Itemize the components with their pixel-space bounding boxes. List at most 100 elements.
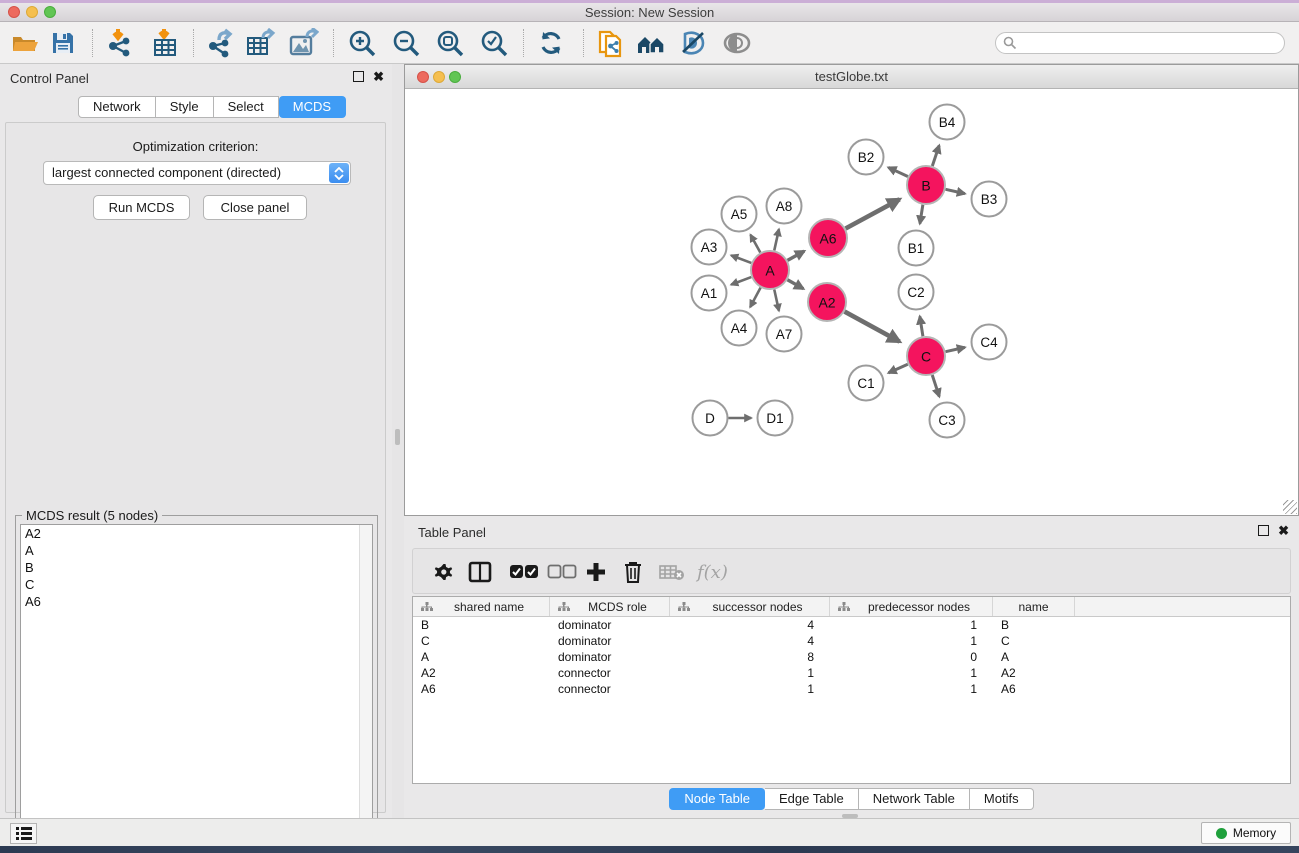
float-panel-icon[interactable]	[353, 71, 364, 82]
graph-edge-B-B1[interactable]	[920, 205, 923, 224]
float-panel-icon[interactable]	[1258, 525, 1269, 536]
add-column-icon[interactable]	[585, 557, 607, 587]
table-cell[interactable]: 8	[670, 650, 830, 664]
tab-motifs[interactable]: Motifs	[970, 788, 1034, 810]
graph-edge-A-A5[interactable]	[750, 235, 760, 253]
table-cell[interactable]: dominator	[550, 618, 670, 632]
table-row[interactable]: Bdominator41B	[413, 617, 1290, 633]
import-network-icon[interactable]	[104, 28, 134, 58]
table-cell[interactable]: C	[993, 634, 1075, 648]
table-cell[interactable]: A6	[993, 682, 1075, 696]
table-cell[interactable]: 4	[670, 634, 830, 648]
minimize-window-icon[interactable]	[26, 6, 38, 18]
graph-edge-A-A8[interactable]	[774, 229, 779, 250]
graph-edge-B-B2[interactable]	[888, 167, 907, 176]
close-window-icon[interactable]	[417, 71, 429, 83]
table-cell[interactable]: B	[413, 618, 550, 632]
task-history-button[interactable]	[10, 823, 37, 844]
zoom-window-icon[interactable]	[44, 6, 56, 18]
column-header-shared-name[interactable]: shared name	[413, 597, 550, 616]
column-header-predecessor-nodes[interactable]: predecessor nodes	[830, 597, 993, 616]
table-cell[interactable]: 1	[830, 682, 993, 696]
column-header-MCDS-role[interactable]: MCDS role	[550, 597, 670, 616]
table-cell[interactable]: dominator	[550, 634, 670, 648]
table-cell[interactable]: 1	[670, 666, 830, 680]
deselect-all-icon[interactable]	[547, 557, 577, 587]
table-cell[interactable]: dominator	[550, 650, 670, 664]
save-session-icon[interactable]	[48, 28, 78, 58]
open-session-icon[interactable]	[10, 28, 40, 58]
graph-edge-C-C3[interactable]	[932, 375, 939, 397]
graph-edge-A-A2[interactable]	[787, 280, 803, 289]
optimization-criterion-select[interactable]: largest connected component (directed)	[43, 161, 351, 185]
export-network-icon[interactable]	[204, 28, 234, 58]
clone-network-icon[interactable]	[596, 28, 626, 58]
graph-edge-A-A3[interactable]	[731, 255, 751, 263]
splitter-grip[interactable]	[395, 429, 400, 445]
column-header-name[interactable]: name	[993, 597, 1075, 616]
table-cell[interactable]: 0	[830, 650, 993, 664]
close-panel-icon[interactable]: ✖	[1278, 525, 1289, 536]
minimize-window-icon[interactable]	[433, 71, 445, 83]
zoom-window-icon[interactable]	[449, 71, 461, 83]
function-builder-icon[interactable]: f(x)	[697, 557, 728, 587]
panel-splitter[interactable]	[392, 64, 404, 818]
show-all-icon[interactable]	[722, 28, 752, 58]
tab-node-table[interactable]: Node Table	[669, 788, 765, 810]
tab-network[interactable]: Network	[78, 96, 156, 118]
graph-edge-C-C2[interactable]	[920, 316, 923, 336]
close-panel-icon[interactable]: ✖	[373, 71, 384, 82]
close-panel-button[interactable]: Close panel	[203, 195, 307, 220]
delete-table-icon[interactable]	[659, 557, 685, 587]
zoom-selected-icon[interactable]	[479, 28, 509, 58]
table-cell[interactable]: A6	[413, 682, 550, 696]
table-cell[interactable]: A2	[413, 666, 550, 680]
column-header-successor-nodes[interactable]: successor nodes	[670, 597, 830, 616]
export-image-icon[interactable]	[289, 28, 319, 58]
zoom-fit-icon[interactable]	[435, 28, 465, 58]
graph-edge-A6-B[interactable]	[846, 199, 900, 228]
gear-icon[interactable]	[431, 557, 455, 587]
columns-icon[interactable]	[468, 557, 492, 587]
table-row[interactable]: A6connector11A6	[413, 681, 1290, 697]
table-cell[interactable]: 4	[670, 618, 830, 632]
zoom-in-icon[interactable]	[347, 28, 377, 58]
tab-network-table[interactable]: Network Table	[859, 788, 970, 810]
network-canvas[interactable]: B4B2BB3A8A5A6A3B1AC2A1A2A4A7C4CC1DD1C3	[405, 89, 1298, 515]
tab-mcds[interactable]: MCDS	[279, 96, 346, 118]
table-cell[interactable]: 1	[830, 634, 993, 648]
mcds-result-item[interactable]: C	[21, 576, 372, 593]
graph-edge-B-B3[interactable]	[946, 189, 965, 193]
select-all-icon[interactable]	[509, 557, 539, 587]
graph-edge-A-A6[interactable]	[788, 251, 805, 260]
memory-button[interactable]: Memory	[1201, 822, 1291, 844]
network-graph[interactable]: B4B2BB3A8A5A6A3B1AC2A1A2A4A7C4CC1DD1C3	[405, 89, 1298, 515]
resize-grip-icon[interactable]	[1283, 500, 1297, 514]
mcds-result-item[interactable]: B	[21, 559, 372, 576]
table-row[interactable]: A2connector11A2	[413, 665, 1290, 681]
table-cell[interactable]: A	[413, 650, 550, 664]
table-cell[interactable]: B	[993, 618, 1075, 632]
table-cell[interactable]: A	[993, 650, 1075, 664]
table-cell[interactable]: 1	[670, 682, 830, 696]
tab-style[interactable]: Style	[156, 96, 214, 118]
run-mcds-button[interactable]: Run MCDS	[93, 195, 190, 220]
table-row[interactable]: Adominator80A	[413, 649, 1290, 665]
mcds-result-item[interactable]: A6	[21, 593, 372, 610]
mcds-result-item[interactable]: A2	[21, 525, 372, 542]
graph-edge-A-A4[interactable]	[750, 288, 760, 307]
graph-edge-A-A1[interactable]	[731, 277, 751, 285]
table-cell[interactable]: 1	[830, 618, 993, 632]
table-cell[interactable]: 1	[830, 666, 993, 680]
table-row[interactable]: Cdominator41C	[413, 633, 1290, 649]
graph-edge-A-A7[interactable]	[774, 290, 779, 311]
node-table[interactable]: shared nameMCDS rolesuccessor nodesprede…	[412, 596, 1291, 784]
first-neighbors-icon[interactable]	[636, 28, 666, 58]
graph-edge-A2-C[interactable]	[845, 312, 900, 342]
zoom-out-icon[interactable]	[391, 28, 421, 58]
search-input[interactable]	[995, 32, 1285, 54]
graph-edge-C-C4[interactable]	[946, 347, 965, 351]
mcds-result-item[interactable]: A	[21, 542, 372, 559]
delete-column-icon[interactable]	[623, 557, 643, 587]
graph-edge-C-C1[interactable]	[889, 364, 908, 373]
